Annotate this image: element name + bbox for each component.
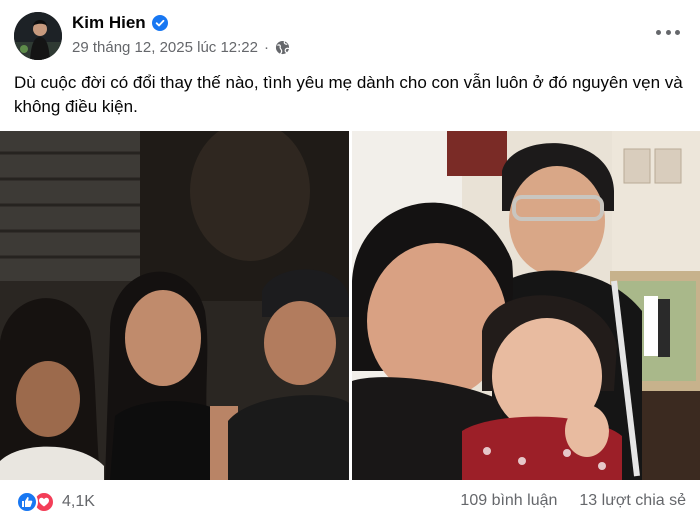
- comment-count[interactable]: 109 bình luận: [460, 492, 557, 510]
- share-count[interactable]: 13 lượt chia sẻ: [579, 492, 686, 510]
- verified-badge-icon: [151, 15, 168, 31]
- engagement-stats: 109 bình luận 13 lượt chia sẻ: [460, 492, 686, 510]
- more-dot-icon: [665, 29, 671, 35]
- more-dot-icon: [675, 29, 680, 35]
- author-avatar[interactable]: [14, 12, 62, 60]
- author-name-text[interactable]: Kim Hien: [72, 13, 146, 33]
- post-timestamp[interactable]: 29 tháng 12, 2025 lúc 12:22: [72, 39, 258, 56]
- photo-mother-with-son-and-daughter: [352, 131, 700, 480]
- post-meta: 29 tháng 12, 2025 lúc 12:22 ·: [72, 39, 290, 56]
- photo-mother-with-two-children: [0, 131, 349, 480]
- meta-separator: ·: [264, 39, 269, 56]
- post-caption: Dù cuộc đời có đổi thay thế nào, tình yê…: [14, 73, 683, 116]
- more-options-button[interactable]: [656, 22, 680, 42]
- post-photo-1[interactable]: [0, 131, 349, 480]
- post-photo-2[interactable]: [352, 131, 700, 480]
- author-name[interactable]: Kim Hien: [72, 13, 168, 33]
- reactions-summary[interactable]: 4,1K: [16, 491, 95, 513]
- more-dot-icon: [656, 29, 661, 35]
- facebook-post: Kim Hien 29 tháng 12, 2025 lúc 12:22 · D…: [0, 0, 700, 520]
- reaction-count[interactable]: 4,1K: [62, 493, 95, 511]
- like-icon: [16, 491, 38, 513]
- globe-icon[interactable]: [275, 40, 290, 55]
